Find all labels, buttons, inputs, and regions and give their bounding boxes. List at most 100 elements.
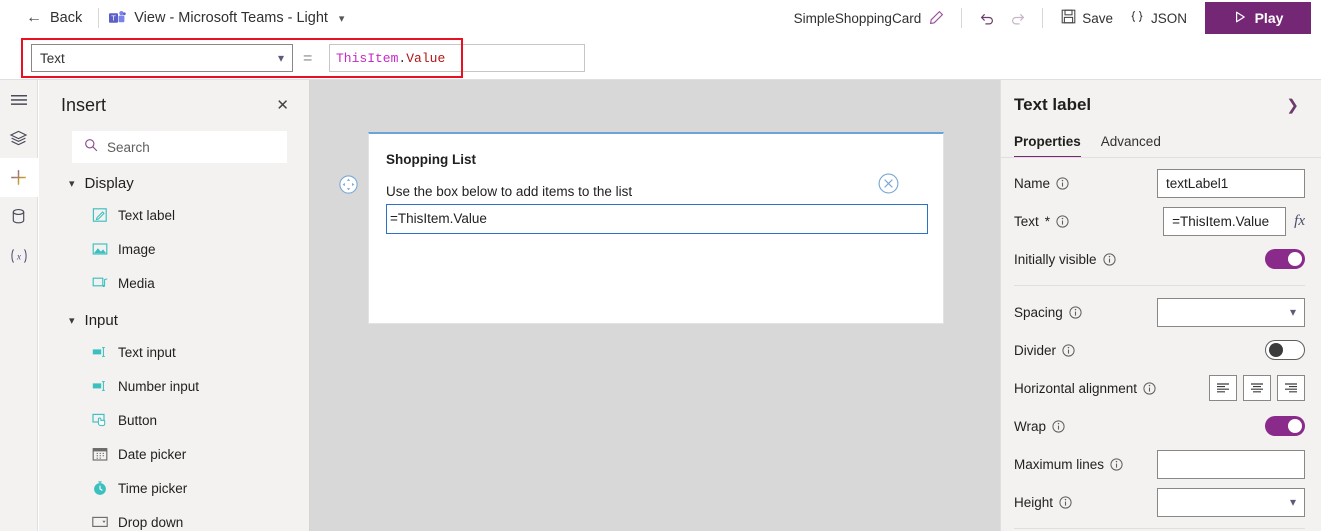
insert-item-date-picker[interactable]: Date picker — [39, 437, 309, 471]
shopping-list-card[interactable]: Shopping List Use the box below to add i… — [368, 132, 944, 324]
info-icon[interactable] — [1062, 343, 1075, 357]
chevron-right-icon[interactable]: ❯ — [1280, 94, 1305, 116]
property-label-height: Height — [1014, 495, 1072, 510]
insert-item-number-input[interactable]: Number input — [39, 369, 309, 403]
align-left-button[interactable] — [1209, 375, 1237, 401]
name-input[interactable]: textLabel1 — [1157, 168, 1305, 198]
property-select[interactable]: Text ▾ — [31, 44, 293, 72]
rail-item-menu[interactable] — [0, 80, 38, 119]
property-label-name: Name — [1014, 176, 1069, 191]
info-icon[interactable] — [1052, 419, 1065, 433]
pencil-icon[interactable] — [921, 3, 951, 33]
rail-item-insert[interactable] — [0, 158, 38, 197]
property-label-maximum-lines: Maximum lines — [1014, 457, 1123, 472]
app-canvas[interactable]: Shopping List Use the box below to add i… — [310, 80, 1000, 531]
property-control-divider — [1265, 340, 1305, 360]
back-button[interactable]: ← Back — [20, 2, 88, 34]
menu-icon — [10, 94, 27, 105]
insert-item-image[interactable]: Image — [39, 232, 309, 266]
rail-item-data[interactable] — [0, 197, 38, 236]
properties-separator-bottom — [1014, 528, 1305, 529]
property-label-text: Initially visible — [1014, 251, 1097, 267]
rail-item-variables[interactable]: x — [0, 236, 38, 275]
insert-item-label: Button — [118, 412, 158, 428]
formula-input[interactable]: ThisItem. Value — [329, 44, 585, 72]
search-icon — [84, 138, 98, 157]
top-toolbar-right: SimpleShoppingCard Save JSON Play — [794, 0, 1321, 36]
divider-toggle[interactable] — [1265, 340, 1305, 360]
info-icon[interactable] — [1069, 305, 1082, 319]
chevron-down-icon: ▾ — [1289, 305, 1296, 319]
property-row-name: Name textLabel1 — [1001, 164, 1321, 202]
info-icon[interactable] — [1143, 381, 1156, 395]
image-icon — [91, 241, 108, 258]
properties-panel-title: Text label — [1014, 95, 1092, 114]
initially-visible-toggle[interactable] — [1265, 249, 1305, 269]
info-icon[interactable] — [1056, 176, 1069, 190]
json-button[interactable]: JSON — [1121, 3, 1195, 33]
insert-item-text-input[interactable]: Text input — [39, 335, 309, 369]
text-label-icon — [91, 207, 108, 224]
align-right-button[interactable] — [1277, 375, 1305, 401]
property-label-text: Divider — [1014, 342, 1057, 358]
align-center-button[interactable] — [1243, 375, 1271, 401]
insert-item-text-label[interactable]: Text label — [39, 198, 309, 232]
info-icon[interactable] — [1110, 457, 1123, 471]
delete-circle-icon[interactable] — [878, 173, 899, 194]
property-row-initially-visible: Initially visible — [1001, 240, 1321, 278]
arrow-left-icon: ← — [26, 9, 42, 26]
selected-text-label-value: =ThisItem.Value — [390, 211, 487, 226]
insert-group-input[interactable]: ▾ Input — [39, 300, 309, 335]
card-title: Shopping List — [386, 152, 476, 167]
app-title-dropdown[interactable]: T View - Microsoft Teams - Light ▾ — [109, 10, 344, 26]
insert-item-button[interactable]: Button — [39, 403, 309, 437]
close-icon[interactable]: ✕ — [270, 92, 295, 118]
fx-button[interactable]: fx — [1294, 213, 1305, 230]
insert-item-drop-down[interactable]: Drop down — [39, 505, 309, 531]
search-placeholder: Search — [107, 139, 150, 155]
spacing-select[interactable]: ▾ — [1157, 297, 1305, 327]
properties-panel-header: Text label ❯ — [1001, 80, 1321, 124]
chevron-down-icon: ▾ — [69, 315, 75, 327]
selected-text-label-control[interactable]: =ThisItem.Value — [386, 204, 928, 234]
save-button[interactable]: Save — [1053, 3, 1121, 33]
wrap-toggle[interactable] — [1265, 416, 1305, 436]
tab-advanced[interactable]: Advanced — [1101, 134, 1161, 158]
insert-item-media[interactable]: Media — [39, 266, 309, 300]
properties-tabs: Properties Advanced — [1001, 124, 1321, 158]
properties-panel: Text label ❯ Properties Advanced Name te… — [1000, 80, 1321, 531]
toggle-knob — [1288, 419, 1302, 433]
play-button[interactable]: Play — [1205, 2, 1311, 34]
toolbar-divider-3 — [1042, 8, 1044, 28]
insert-item-label: Text label — [118, 207, 176, 223]
properties-separator — [1014, 285, 1305, 286]
height-select[interactable]: ▾ — [1157, 487, 1305, 517]
search-input[interactable]: Search — [72, 131, 287, 163]
move-handle-icon[interactable] — [339, 175, 358, 194]
play-icon — [1233, 10, 1247, 27]
property-label-text: Horizontal alignment — [1014, 380, 1138, 396]
equals-sign: = — [303, 50, 313, 67]
info-icon[interactable] — [1059, 495, 1072, 509]
toolbar-divider-2 — [961, 8, 963, 28]
text-input-field[interactable]: =ThisItem.Value — [1163, 206, 1287, 236]
rail-item-tree-view[interactable] — [0, 119, 38, 158]
insert-item-time-picker[interactable]: Time picker — [39, 471, 309, 505]
info-icon[interactable] — [1056, 214, 1069, 228]
insert-panel-header: Insert ✕ — [39, 80, 309, 124]
property-row-height: Height ▾ — [1001, 483, 1321, 521]
property-label-wrap: Wrap — [1014, 419, 1065, 434]
tab-properties[interactable]: Properties — [1014, 134, 1081, 158]
card-subtitle: Use the box below to add items to the li… — [386, 184, 633, 199]
info-icon[interactable] — [1102, 252, 1116, 266]
undo-icon[interactable] — [972, 3, 1002, 33]
insert-group-display[interactable]: ▾ Display — [39, 163, 309, 198]
chevron-down-icon: ▾ — [338, 12, 345, 25]
chevron-down-icon: ▾ — [69, 178, 75, 190]
left-rail: x — [0, 80, 38, 531]
insert-group-label: Input — [84, 312, 118, 329]
plus-icon — [11, 170, 26, 185]
maximum-lines-input[interactable] — [1157, 449, 1305, 479]
toggle-knob — [1269, 343, 1283, 357]
variables-icon: x — [10, 248, 27, 263]
